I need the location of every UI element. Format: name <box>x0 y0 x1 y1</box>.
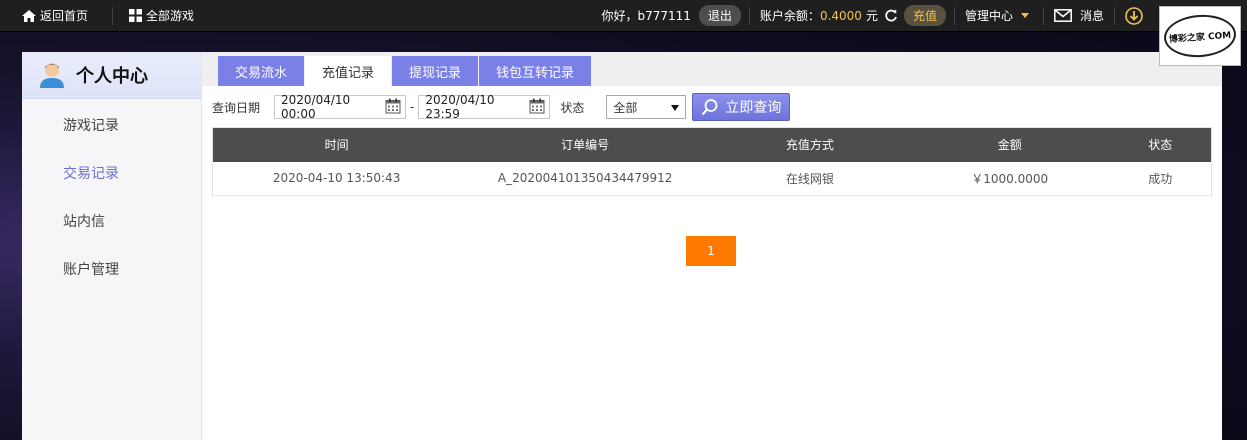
tab-recharge-records[interactable]: 充值记录 <box>305 56 392 86</box>
balance-label: 账户余额： <box>759 9 820 23</box>
top-navigation-bar: 返回首页 全部游戏 你好，b777111 退出 账户余额： 0.4000 元 充… <box>0 0 1247 32</box>
greeting-text: 你好，b777111 <box>601 9 691 23</box>
query-filter-row: 查询日期 2020/04/10 00:00 - 2020/04/10 23:59… <box>202 89 1222 125</box>
column-header-time: 时间 <box>212 127 461 162</box>
recharge-button[interactable]: 充值 <box>903 5 946 26</box>
home-link[interactable]: 返回首页 <box>0 0 98 32</box>
sidebar-item-label: 站内信 <box>63 214 105 230</box>
grid-icon <box>129 9 143 22</box>
status-label: 状态 <box>560 100 585 115</box>
topbar-right-group: 你好，b777111 退出 账户余额： 0.4000 元 充值 管理中心 消息 <box>591 0 1247 32</box>
column-header-payment-method: 充值方式 <box>710 127 910 162</box>
date-label: 查询日期 <box>212 100 261 115</box>
search-button-label: 立即查询 <box>725 100 782 116</box>
manage-center-menu[interactable]: 管理中心 <box>955 0 1043 32</box>
search-button[interactable]: 立即查询 <box>692 93 791 121</box>
end-date-value: 2020/04/10 23:59 <box>425 93 495 121</box>
sidebar-item-transaction-records[interactable]: 交易记录 <box>22 149 201 197</box>
user-icon <box>40 62 64 88</box>
sidebar-item-account-management[interactable]: 账户管理 <box>22 245 201 293</box>
caret-down-icon <box>1020 13 1029 18</box>
sidebar-item-label: 账户管理 <box>63 262 119 278</box>
logo-text: 博彩之家 COM <box>1168 30 1232 45</box>
messages-link[interactable]: 消息 <box>1044 0 1114 32</box>
table-row: 2020-04-10 13:50:43 A_202004101350434479… <box>213 162 1212 196</box>
calendar-icon[interactable] <box>385 98 401 117</box>
status-selected-value: 全部 <box>613 100 638 115</box>
home-link-label: 返回首页 <box>40 9 89 23</box>
watermark-logo: 博彩之家 COM <box>1159 6 1241 66</box>
search-icon <box>701 98 719 116</box>
balance-display: 账户余额： 0.4000 元 充值 <box>750 0 946 32</box>
status-select[interactable]: 全部 <box>606 95 687 119</box>
envelope-icon <box>1054 9 1072 22</box>
table-header-row: 时间 订单编号 充值方式 金额 状态 <box>212 127 1212 162</box>
column-header-amount: 金额 <box>909 127 1110 162</box>
manage-center-label: 管理中心 <box>964 9 1013 23</box>
sidebar-item-game-records[interactable]: 游戏记录 <box>22 101 201 149</box>
record-tabs: 交易流水 充值记录 提现记录 钱包互转记录 <box>202 52 1222 86</box>
start-date-value: 2020/04/10 00:00 <box>281 93 351 121</box>
main-content: 交易流水 充值记录 提现记录 钱包互转记录 查询日期 2020/04/10 00… <box>202 52 1222 440</box>
download-circle-icon <box>1125 6 1143 25</box>
calendar-icon[interactable] <box>529 98 545 117</box>
home-icon <box>22 9 36 22</box>
currency-label: 元 <box>865 9 878 23</box>
cell-payment-method: 在线网银 <box>785 171 834 186</box>
select-arrow-icon <box>671 100 680 114</box>
end-date-field[interactable]: 2020/04/10 23:59 <box>418 93 551 121</box>
recharge-records-table: 时间 订单编号 充值方式 金额 状态 2020-04-10 13:50:43 A… <box>212 127 1212 196</box>
tab-transaction-flow[interactable]: 交易流水 <box>218 56 305 86</box>
sidebar: 个人中心 游戏记录 交易记录 站内信 账户管理 <box>22 52 202 440</box>
cell-order-number: A_202004101350434479912 <box>497 171 673 186</box>
user-greeting: 你好，b777111 退出 <box>591 0 741 32</box>
tab-withdrawal-records[interactable]: 提现记录 <box>392 56 479 86</box>
sidebar-menu: 游戏记录 交易记录 站内信 账户管理 <box>22 99 201 293</box>
cell-time: 2020-04-10 13:50:43 <box>272 171 401 186</box>
all-games-label: 全部游戏 <box>146 9 195 23</box>
tab-wallet-transfer-records[interactable]: 钱包互转记录 <box>479 56 592 86</box>
sidebar-item-inbox[interactable]: 站内信 <box>22 197 201 245</box>
balance-value: 0.4000 <box>819 8 862 23</box>
pagination-page-button[interactable]: 1 <box>686 236 736 266</box>
start-date-field[interactable]: 2020/04/10 00:00 <box>274 93 407 121</box>
date-separator: - <box>410 100 415 114</box>
column-header-status: 状态 <box>1109 127 1212 162</box>
cell-status: 成功 <box>1148 171 1173 186</box>
account-panel: 个人中心 游戏记录 交易记录 站内信 账户管理 交易流水 充值记录 提现记录 钱… <box>22 52 1222 440</box>
logo-mark: 博彩之家 COM <box>1162 12 1238 60</box>
sidebar-item-label: 游戏记录 <box>63 118 119 134</box>
cell-amount: ￥1000.0000 <box>971 171 1049 186</box>
sidebar-title: 个人中心 <box>76 66 148 87</box>
logout-button[interactable]: 退出 <box>698 5 741 26</box>
all-games-link[interactable]: 全部游戏 <box>113 0 204 32</box>
sidebar-header: 个人中心 <box>22 52 201 99</box>
messages-label: 消息 <box>1079 9 1104 23</box>
sidebar-item-label: 交易记录 <box>63 166 119 182</box>
column-header-order-number: 订单编号 <box>460 127 711 162</box>
refresh-icon[interactable] <box>884 9 898 23</box>
